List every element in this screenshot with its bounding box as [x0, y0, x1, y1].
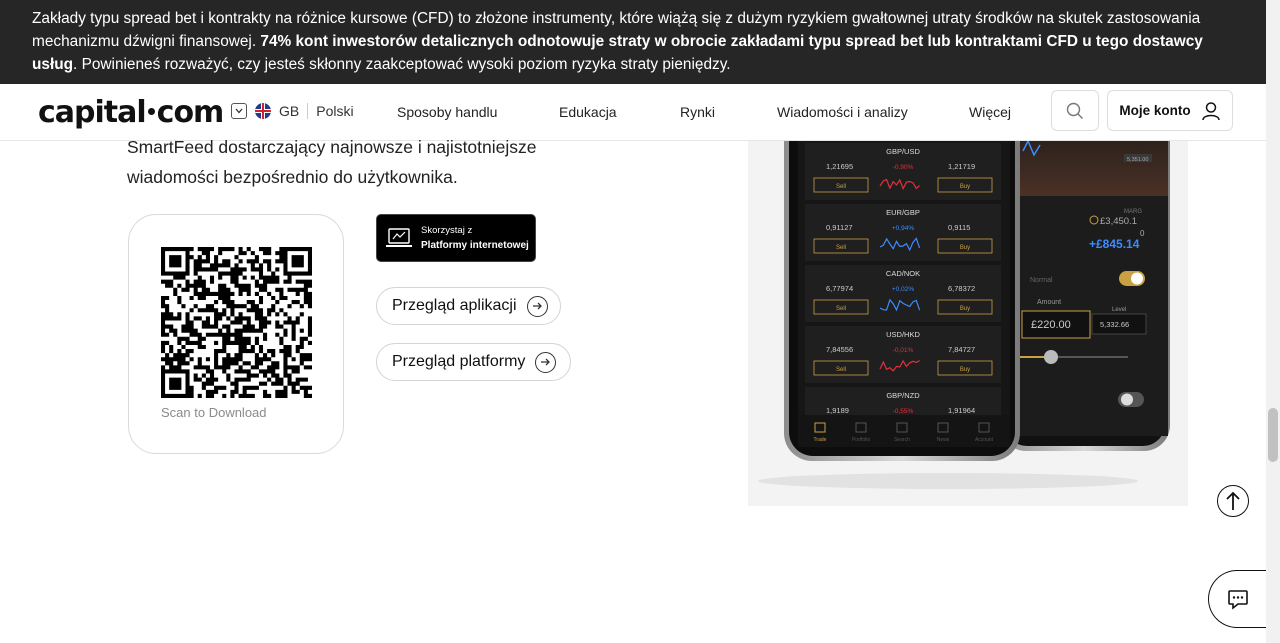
risk-text-part2: . Powinieneś rozważyć, czy jesteś skłonn…: [73, 56, 731, 73]
currency-pair-row[interactable]: USD/HKD -0,01% 7,84556 7,84727 Sell Buy: [805, 326, 1001, 383]
arrow-up-icon: [1226, 491, 1240, 510]
pair-name: GBP/USD: [886, 147, 920, 156]
tab-label[interactable]: Search: [894, 437, 910, 443]
divider: [307, 103, 309, 119]
buy-price: 6,78372: [948, 284, 975, 293]
currency-pair-row[interactable]: EUR/GBP +0,94% 0,91127 0,9115 Sell Buy: [805, 204, 1001, 261]
pair-name: USD/HKD: [886, 330, 920, 339]
sell-label: Sell: [836, 245, 846, 251]
back-phone: 5,351.00 MARG £3,450.1 0 +£845.14 Normal…: [1000, 111, 1170, 451]
tab-label[interactable]: Account: [975, 437, 994, 443]
pair-change: +0,02%: [892, 286, 914, 293]
arrow-right-icon: [526, 295, 548, 317]
front-phone: GBP/USD-0,90%1,21695 1,21719Sell BuyEUR/GB…: [784, 101, 1020, 461]
sell-label: Sell: [836, 184, 846, 190]
level-value: 5,332.66: [1100, 320, 1129, 329]
search-button[interactable]: [1051, 90, 1099, 131]
capital-com-logo[interactable]: capital com: [38, 95, 225, 130]
tab-label[interactable]: News: [937, 437, 950, 443]
platform-review-button[interactable]: Przegląd platformy: [376, 343, 571, 381]
logo-text-right: com: [156, 95, 225, 130]
sell-price: 1,21695: [826, 162, 853, 171]
badge-line-1: Skorzystaj z: [421, 225, 473, 236]
amount-value: £220.00: [1031, 319, 1071, 331]
page-scrollbar[interactable]: [1266, 0, 1280, 643]
nav-markets[interactable]: Rynki: [680, 104, 715, 120]
app-tab-bar: Trade Portfolio Search News Account: [798, 415, 1010, 447]
margin-label: MARG: [1124, 209, 1142, 215]
pair-change: -0,55%: [893, 408, 914, 415]
qr-code[interactable]: [161, 247, 312, 398]
mode-label: Normal: [1030, 277, 1053, 284]
smartfeed-description: SmartFeed dostarczający najnowsze i naji…: [127, 137, 537, 187]
my-account-button[interactable]: Moje konto: [1107, 90, 1233, 131]
nav-education[interactable]: Edukacja: [559, 104, 617, 120]
sell-price: 7,84556: [826, 345, 853, 354]
pair-change: -0,01%: [893, 347, 914, 354]
buy-label: Buy: [960, 184, 970, 190]
region-selector[interactable]: GB Polski: [231, 103, 354, 119]
pair-change: -0,90%: [893, 164, 914, 171]
amount-label: Amount: [1037, 299, 1061, 306]
chat-widget-button[interactable]: [1208, 570, 1270, 628]
sell-label: Sell: [836, 306, 846, 312]
nav-news-analysis[interactable]: Wiadomości i analizy: [777, 104, 908, 120]
nav-more[interactable]: Więcej: [969, 104, 1011, 120]
laptop-icon: [386, 228, 412, 247]
pnl-value: +£845.14: [1089, 237, 1140, 251]
tab-label[interactable]: Portfolio: [852, 437, 871, 443]
qr-caption: Scan to Download: [161, 405, 267, 420]
tab-label[interactable]: Trade: [814, 437, 827, 443]
scroll-to-top-button[interactable]: [1217, 485, 1249, 517]
qr-download-card: Scan to Download: [128, 214, 344, 454]
mobile-app-illustration: 5,351.00 MARG £3,450.1 0 +£845.14 Normal…: [748, 101, 1188, 506]
buy-price: 1,91964: [948, 406, 975, 415]
sell-label: Sell: [836, 367, 846, 373]
user-icon: [1201, 101, 1220, 120]
nav-ways-to-trade[interactable]: Sposoby handlu: [397, 104, 497, 120]
margin-value: £3,450.1: [1100, 216, 1137, 227]
sell-price: 0,91127: [826, 223, 853, 232]
sell-price: 6,77974: [826, 284, 853, 293]
app-review-button[interactable]: Przegląd aplikacji: [376, 287, 561, 325]
pair-change: +0,94%: [892, 225, 914, 232]
zero-value: 0: [1140, 229, 1145, 238]
region-code: GB: [279, 103, 300, 119]
chevron-down-icon[interactable]: [231, 103, 247, 119]
buy-price: 0,9115: [948, 223, 970, 232]
currency-pair-row[interactable]: GBP/USD -0,90% 1,21695 1,21719 Sell Buy: [805, 143, 1001, 200]
pair-name: GBP/NZD: [886, 391, 920, 400]
sell-price: 1,9189: [826, 406, 849, 415]
risk-warning-banner: Zakłady typu spread bet i kontrakty na r…: [0, 0, 1266, 84]
badge-line-2: Platformy internetowej: [421, 240, 529, 251]
scrollbar-thumb[interactable]: [1268, 408, 1278, 462]
arrow-right-icon: [535, 351, 557, 373]
chat-icon: [1228, 590, 1248, 610]
buy-price: 7,84727: [948, 345, 975, 354]
currency-pair-row[interactable]: CAD/NOK +0,02% 6,77974 6,78372 Sell Buy: [805, 265, 1001, 322]
language-label[interactable]: Polski: [316, 103, 353, 119]
platform-review-label: Przegląd platformy: [392, 353, 526, 370]
app-review-label: Przegląd aplikacji: [392, 297, 517, 314]
chart-price-label: 5,351.00: [1127, 157, 1148, 163]
phones-svg: 5,351.00 MARG £3,450.1 0 +£845.14 Normal…: [758, 101, 1170, 489]
web-platform-badge[interactable]: Skorzystaj z Platformy internetowej: [376, 214, 536, 262]
pair-name: EUR/GBP: [886, 208, 920, 217]
account-label: Moje konto: [1119, 103, 1191, 118]
buy-label: Buy: [960, 306, 970, 312]
logo-text-left: capital: [38, 95, 147, 130]
uk-flag-icon: [255, 103, 271, 119]
buy-label: Buy: [960, 367, 970, 373]
pair-name: CAD/NOK: [886, 269, 920, 278]
search-icon: [1066, 102, 1083, 119]
logo-dot: [147, 108, 155, 115]
currency-pairs-list: GBP/USD-0,90%1,21695 1,21719Sell BuyEUR/GB…: [805, 143, 1001, 444]
buy-price: 1,21719: [948, 162, 975, 171]
level-label: Level: [1112, 307, 1126, 313]
buy-label: Buy: [960, 245, 970, 251]
